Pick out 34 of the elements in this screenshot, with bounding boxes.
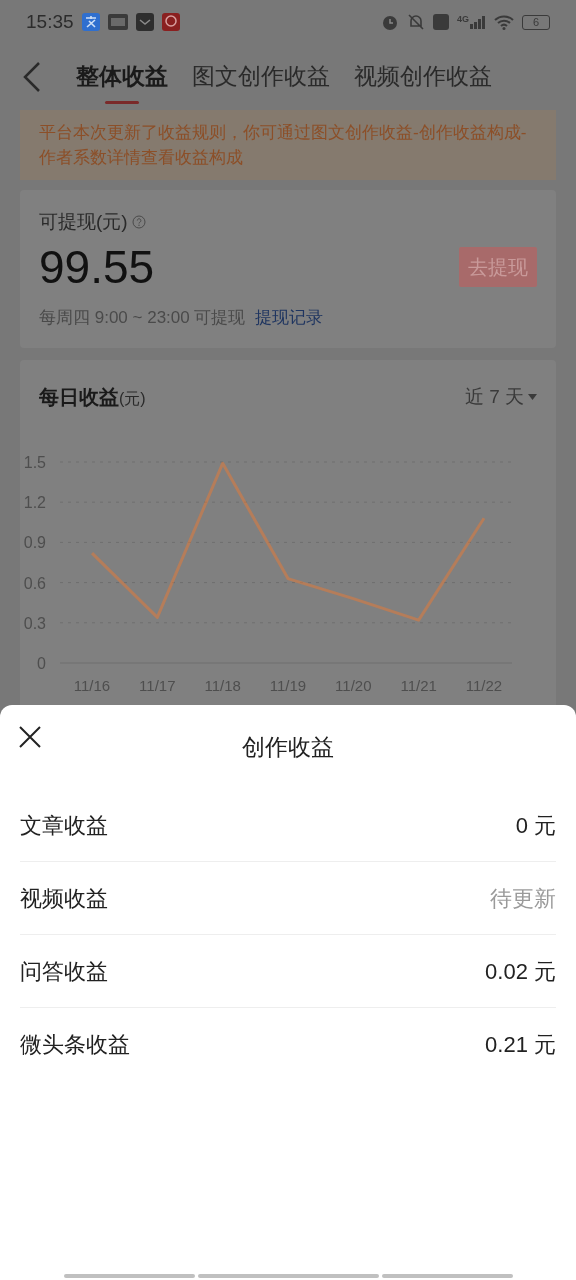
back-icon[interactable] — [22, 61, 42, 93]
help-icon — [131, 215, 146, 230]
status-time: 15:35 — [26, 9, 74, 34]
sheet-title: 创作收益 — [242, 733, 334, 763]
mail-icon — [135, 13, 154, 31]
earnings-type: 微头条收益 — [20, 1031, 130, 1059]
range-dropdown[interactable]: 近 7 天 — [464, 382, 537, 412]
notice-text: 平台本次更新了收益规则，你可通过图文创作收益-创作收益构成-作者系数详情查看收益构成 — [39, 122, 528, 169]
earnings-value: 0 元 — [515, 811, 556, 840]
caret-icon — [528, 394, 537, 400]
earnings-type: 视频收益 — [20, 884, 108, 913]
close-icon[interactable] — [19, 726, 41, 748]
signal-icon — [470, 15, 486, 29]
tab[interactable]: 整体收益 — [76, 50, 168, 104]
network-type: 4G — [457, 15, 469, 24]
app-icon — [81, 13, 100, 31]
balance-label: 可提现(元) — [39, 210, 128, 234]
balance-amount: 99.55 — [39, 239, 155, 295]
withdraw-history-link[interactable]: 提现记录 — [255, 304, 324, 330]
tab[interactable]: 视频创作收益 — [354, 50, 492, 104]
app-icon — [107, 14, 128, 30]
earnings-value: 0.02 元 — [485, 957, 556, 986]
battery-indicator: 6 — [522, 14, 550, 30]
tab[interactable]: 图文创作收益 — [192, 50, 330, 104]
wifi-icon — [494, 14, 514, 30]
muted-bell-icon — [407, 13, 425, 31]
chart-title: 每日收益 — [39, 385, 119, 410]
app-icon — [161, 13, 180, 31]
alarm-icon — [381, 13, 399, 31]
earnings-type: 文章收益 — [20, 811, 108, 840]
earnings-value: 0.21 元 — [485, 1031, 556, 1059]
chart-unit: (元) — [119, 390, 146, 409]
earnings-value: 待更新 — [490, 884, 556, 913]
earnings-type: 问答收益 — [20, 957, 108, 986]
